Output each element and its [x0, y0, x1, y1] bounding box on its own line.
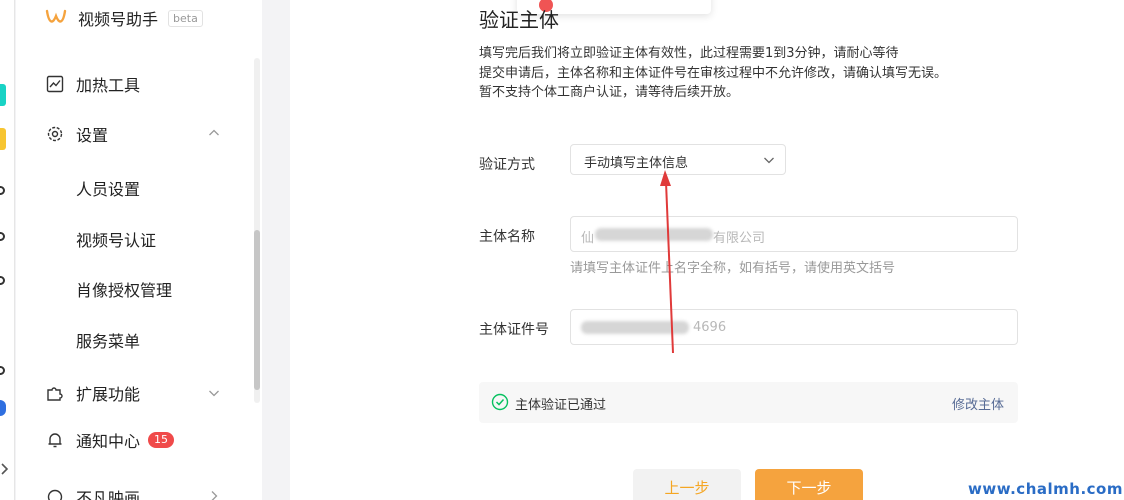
sidebar-item-label: 设置 [76, 126, 109, 145]
brand-name: 视频号助手 [78, 10, 159, 29]
description-line: 填写完后我们将立即验证主体有效性，此过程需要1到3分钟，请耐心等待 [479, 46, 899, 61]
check-circle-icon [491, 393, 509, 411]
strip-circle-icon[interactable] [0, 276, 5, 285]
app-strip [0, 0, 15, 500]
strip-app-icon[interactable] [0, 84, 6, 106]
strip-circle-icon[interactable] [0, 186, 5, 195]
app-window: 视频号助手 beta 加热工具 设置 人员设置 视频号认证 肖像授权管理 服务菜… [0, 0, 1124, 500]
chevron-right-icon[interactable] [0, 462, 10, 476]
watermark: www.chalmh.com [968, 480, 1123, 498]
entity-name-label: 主体名称 [479, 229, 535, 245]
channels-logo-icon [45, 9, 67, 23]
verification-status: 主体验证已通过 修改主体 [479, 382, 1018, 423]
beta-badge: beta [168, 9, 203, 27]
strip-circle-icon[interactable] [0, 232, 5, 241]
sidebar-subitem-service-menu[interactable]: 服务菜单 [76, 328, 140, 352]
sidebar-item-label: 通知中心 [76, 432, 141, 451]
chevron-down-icon[interactable] [208, 387, 220, 399]
entity-name-input[interactable]: 仙 有限公司 [570, 216, 1018, 252]
modify-entity-link[interactable]: 修改主体 [952, 394, 1004, 413]
sidebar-scrollbar[interactable] [254, 58, 260, 403]
brand[interactable]: 视频号助手 beta [44, 6, 203, 30]
section-title: 验证主体 [479, 8, 559, 32]
sidebar-scrollbar-thumb[interactable] [254, 230, 260, 390]
strip-app-icon[interactable] [0, 128, 6, 150]
bell-icon [48, 433, 62, 448]
status-text: 主体验证已通过 [515, 398, 607, 413]
entity-id-input[interactable]: 4696 [570, 309, 1018, 345]
sidebar-item-boost[interactable]: 加热工具 [46, 69, 226, 99]
strip-app-icon[interactable] [0, 400, 6, 416]
sidebar-item-label: 不凡映画 [76, 489, 141, 500]
verify-method-select[interactable]: 手动填写主体信息 [570, 144, 786, 175]
next-step-button[interactable]: 下一步 [755, 469, 863, 500]
description-line: 提交申请后，主体名称和主体证件号在审核过程中不允许修改，请确认填写无误。 [479, 66, 948, 81]
prev-step-button[interactable]: 上一步 [633, 469, 741, 500]
puzzle-icon [47, 387, 63, 401]
redacted-text [595, 228, 713, 241]
sidebar-item-notifications[interactable]: 通知中心 15 [46, 425, 226, 455]
chevron-down-icon [764, 157, 774, 164]
notification-count-badge: 15 [148, 432, 175, 448]
sidebar-item-label: 加热工具 [76, 76, 141, 95]
trend-chart-icon [46, 75, 64, 93]
account-icon [47, 489, 63, 500]
sidebar-subitem-portrait[interactable]: 肖像授权管理 [76, 277, 172, 301]
sidebar-item-settings[interactable]: 设置 [46, 119, 226, 149]
sidebar-item-account[interactable]: 不凡映画 [46, 482, 226, 500]
sidebar: 视频号助手 beta 加热工具 设置 人员设置 视频号认证 肖像授权管理 服务菜… [16, 0, 262, 500]
chevron-up-icon[interactable] [208, 127, 220, 139]
entity-id-value-end: 4696 [693, 320, 727, 335]
entity-name-value-end: 有限公司 [713, 231, 766, 246]
chevron-right-icon[interactable] [208, 490, 220, 500]
sidebar-item-label: 扩展功能 [76, 385, 141, 404]
entity-name-value-start: 仙 [581, 231, 595, 246]
entity-name-hint: 请填写主体证件上名字全称，如有括号，请使用英文括号 [570, 261, 896, 276]
entity-id-label: 主体证件号 [479, 322, 549, 338]
sidebar-subitem-verification[interactable]: 视频号认证 [76, 227, 156, 251]
strip-circle-icon[interactable] [0, 366, 5, 375]
description-line: 暂不支持个体工商户认证，请等待后续开放。 [479, 85, 740, 100]
verify-method-value: 手动填写主体信息 [584, 156, 689, 171]
verify-method-label: 验证方式 [479, 157, 535, 173]
sidebar-item-extensions[interactable]: 扩展功能 [46, 378, 226, 408]
gear-icon [47, 126, 63, 142]
sidebar-subitem-staff[interactable]: 人员设置 [76, 176, 140, 200]
redacted-text [581, 321, 689, 334]
